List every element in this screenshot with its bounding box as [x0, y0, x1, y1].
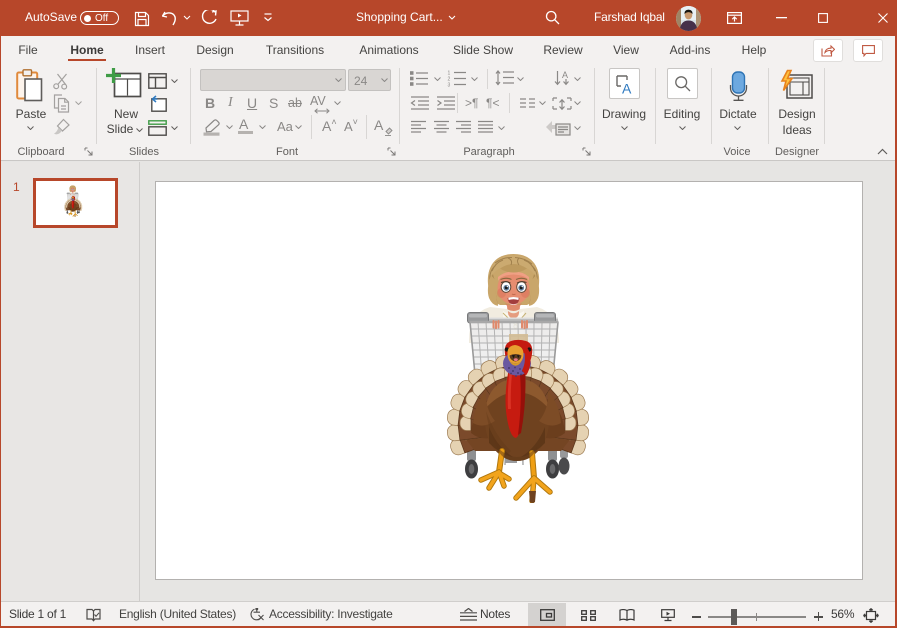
svg-text:3: 3 — [448, 83, 451, 88]
svg-text:A: A — [622, 81, 632, 96]
svg-text:A: A — [562, 70, 568, 80]
